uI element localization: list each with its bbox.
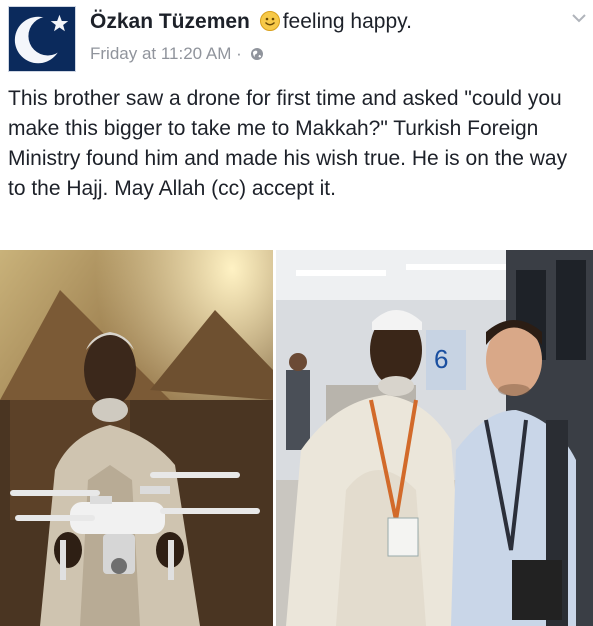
photo-man-with-drone[interactable] bbox=[0, 250, 273, 626]
timestamp[interactable]: Friday at 11:20 AM bbox=[90, 44, 231, 63]
chevron-down-icon[interactable] bbox=[571, 12, 587, 24]
globe-icon[interactable] bbox=[250, 47, 264, 61]
meta-separator: · bbox=[236, 44, 242, 63]
post-text: This brother saw a drone for first time … bbox=[8, 87, 568, 200]
feeling-text: feeling happy. bbox=[282, 10, 412, 33]
crescent-star-icon bbox=[9, 7, 75, 71]
smiley-icon bbox=[259, 11, 280, 31]
airport-sign-number: 6 bbox=[434, 344, 448, 374]
photo-men-at-airport-image: 6 bbox=[276, 250, 593, 626]
profile-avatar[interactable] bbox=[8, 6, 76, 72]
post-header: Özkan Tüzemen feeling happy. Friday at 1… bbox=[0, 0, 593, 80]
photo-men-at-airport[interactable]: 6 bbox=[276, 250, 593, 626]
author-name[interactable]: Özkan Tüzemen bbox=[90, 10, 250, 33]
post-meta: Friday at 11:20 AM · bbox=[90, 44, 264, 64]
photo-man-with-drone-image bbox=[0, 250, 273, 626]
author-line: Özkan Tüzemen feeling happy. bbox=[90, 10, 412, 34]
